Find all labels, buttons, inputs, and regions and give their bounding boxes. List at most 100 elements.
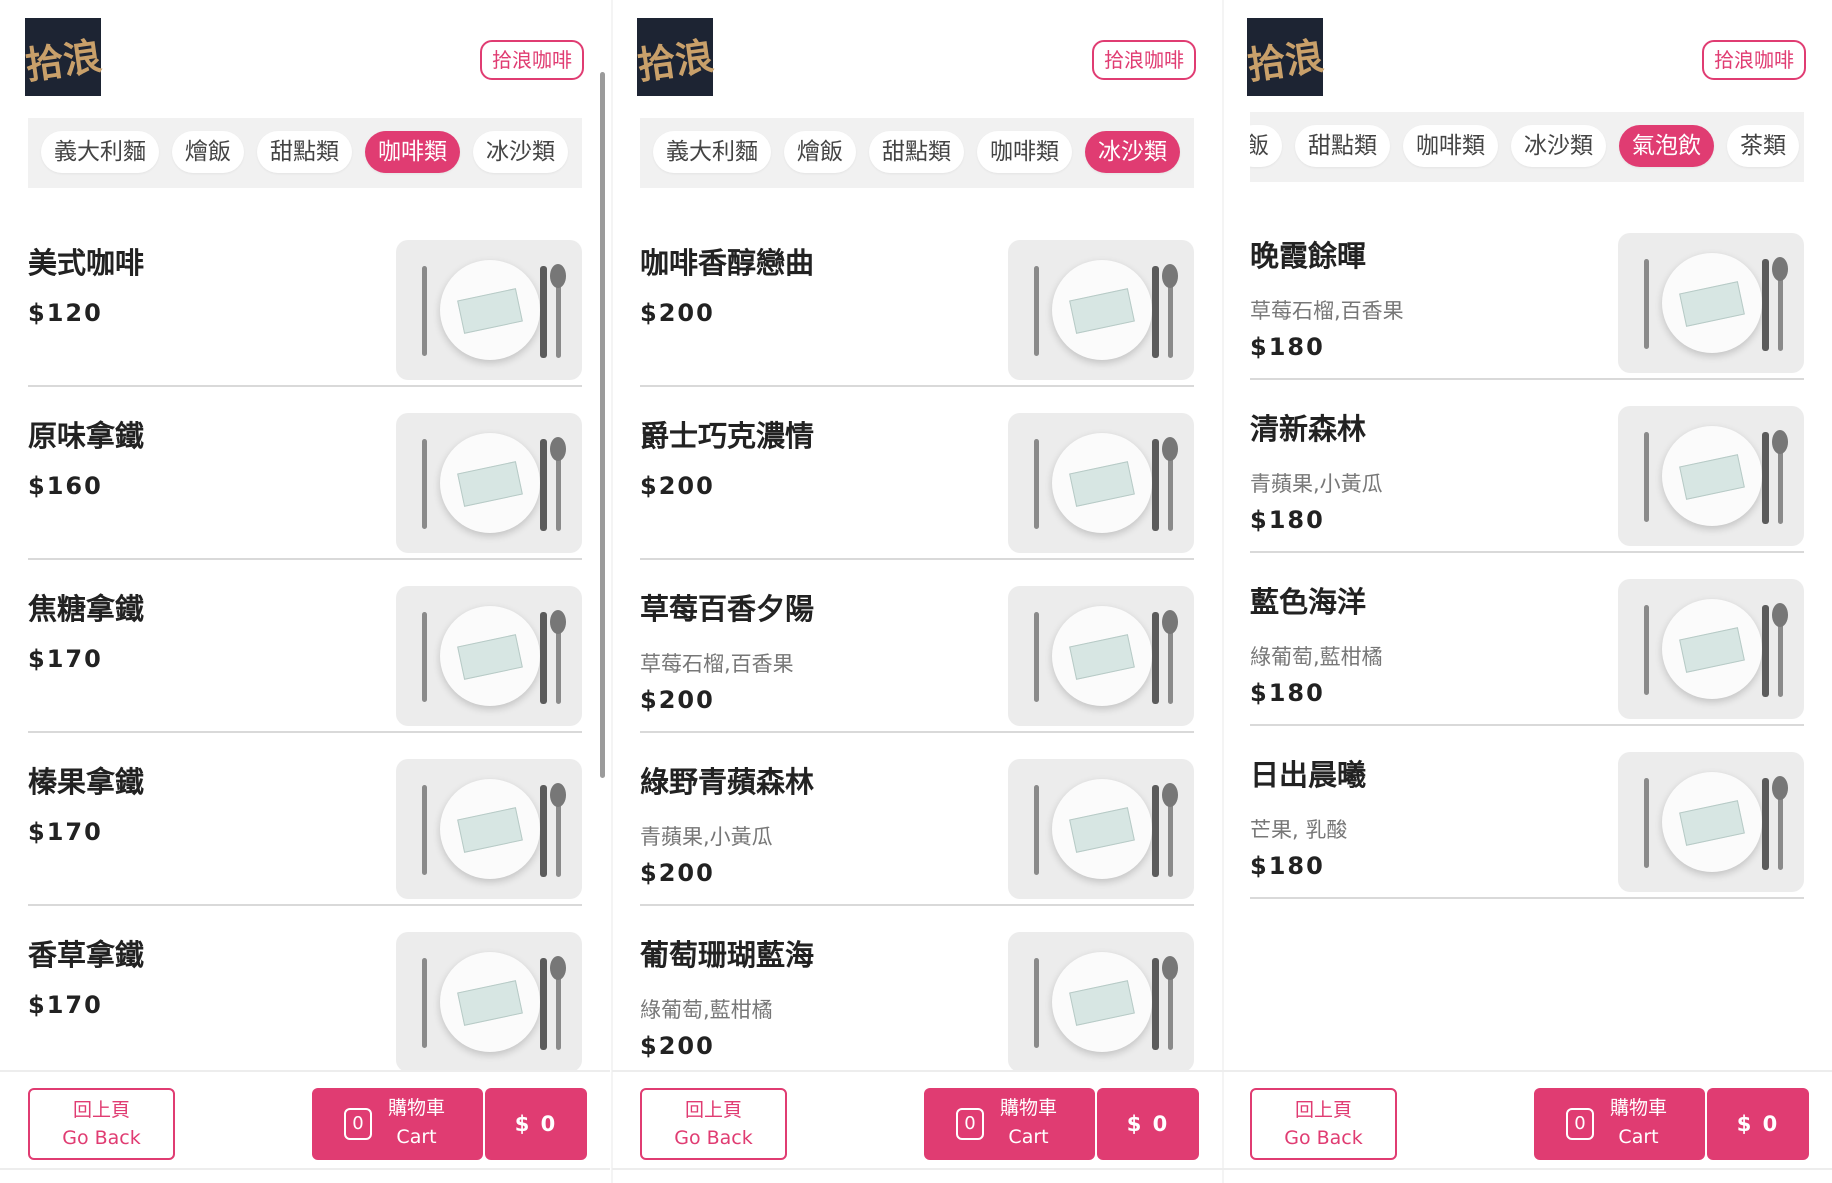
menu-item[interactable]: 原味拿鐵 $160 [28, 387, 582, 560]
knife-icon [1762, 432, 1769, 524]
category-coffee[interactable]: 咖啡類 [365, 131, 460, 173]
category-bar[interactable]: 飯 甜點類 咖啡類 冰沙類 氣泡飲 茶類 [1250, 112, 1804, 182]
category-bar[interactable]: 義大利麵 燴飯 甜點類 咖啡類 冰沙類 [640, 118, 1194, 188]
scrollbar[interactable] [600, 72, 605, 778]
item-name: 晚霞餘暉 [1250, 239, 1367, 273]
category-pasta[interactable]: 義大利麵 [41, 131, 159, 173]
item-name: 榛果拿鐵 [28, 765, 145, 799]
category-dessert[interactable]: 甜點類 [1295, 125, 1390, 167]
app-header: 拾浪 拾浪咖啡 [0, 0, 610, 116]
cart-button[interactable]: 0 購物車 Cart [1534, 1088, 1705, 1160]
fork-icon [1034, 958, 1039, 1048]
item-price: $180 [1250, 506, 1325, 534]
cart-label-zh: 購物車 [388, 1097, 446, 1119]
menu-item[interactable]: 爵士巧克濃情 $200 [640, 387, 1194, 560]
cart-button[interactable]: 0 購物車 Cart [924, 1088, 1095, 1160]
menu-item[interactable]: 綠野青蘋森林 青蘋果,小黃瓜 $200 [640, 733, 1194, 906]
item-price: $160 [28, 472, 103, 500]
plate-icon [1052, 952, 1152, 1052]
menu-item[interactable]: 榛果拿鐵 $170 [28, 733, 582, 906]
menu-item[interactable]: 晚霞餘暉 草莓石榴,百香果 $180 [1250, 207, 1804, 380]
item-name: 爵士巧克濃情 [640, 419, 815, 453]
category-coffee[interactable]: 咖啡類 [977, 131, 1072, 173]
category-smoothie[interactable]: 冰沙類 [473, 131, 568, 173]
category-dessert[interactable]: 甜點類 [257, 131, 352, 173]
screen-coffee: 拾浪 拾浪咖啡 義大利麵 燴飯 甜點類 咖啡類 冰沙類 美式咖啡 $120 原味… [0, 0, 610, 1183]
item-thumbnail [1618, 233, 1804, 373]
item-thumbnail [1008, 932, 1194, 1072]
menu-item[interactable]: 清新森林 青蘋果,小黃瓜 $180 [1250, 380, 1804, 553]
cart-total-button[interactable]: $ 0 [1097, 1088, 1199, 1160]
plate-icon [440, 606, 540, 706]
item-thumbnail [396, 759, 582, 899]
plate-icon [1052, 433, 1152, 533]
cart-button[interactable]: 0 購物車 Cart [312, 1088, 483, 1160]
spoon-icon [550, 956, 566, 1050]
cart-label-zh: 購物車 [1000, 1097, 1058, 1119]
spoon-icon [550, 610, 566, 704]
brand-badge[interactable]: 拾浪咖啡 [1092, 40, 1196, 80]
brand-logo[interactable]: 拾浪 [635, 18, 716, 96]
item-thumbnail [396, 240, 582, 380]
plate-icon [440, 779, 540, 879]
cart-total-button[interactable]: $ 0 [485, 1088, 587, 1160]
menu-item[interactable]: 焦糖拿鐵 $170 [28, 560, 582, 733]
spoon-icon [1772, 776, 1788, 870]
menu-list: 美式咖啡 $120 原味拿鐵 $160 焦糖拿鐵 $170 榛果拿鐵 $170 … [28, 214, 582, 1079]
plate-icon [1662, 599, 1762, 699]
go-back-button[interactable]: 回上頁 Go Back [640, 1088, 787, 1160]
item-name: 原味拿鐵 [28, 419, 145, 453]
cart-label: 購物車 Cart [1000, 1094, 1057, 1152]
plate-icon [440, 433, 540, 533]
category-smoothie[interactable]: 冰沙類 [1085, 131, 1180, 173]
item-price: $200 [640, 1032, 715, 1060]
menu-item[interactable]: 香草拿鐵 $170 [28, 906, 582, 1079]
brand-badge[interactable]: 拾浪咖啡 [1702, 40, 1806, 80]
item-price: $180 [1250, 852, 1325, 880]
menu-item[interactable]: 藍色海洋 綠葡萄,藍柑橘 $180 [1250, 553, 1804, 726]
menu-item[interactable]: 葡萄珊瑚藍海 綠葡萄,藍柑橘 $200 [640, 906, 1194, 1079]
item-description: 青蘋果,小黃瓜 [1250, 472, 1383, 496]
item-name: 藍色海洋 [1250, 585, 1367, 619]
spoon-icon [1162, 437, 1178, 531]
category-rice[interactable]: 燴飯 [784, 131, 856, 173]
menu-item[interactable]: 美式咖啡 $120 [28, 214, 582, 387]
screen-smoothie: 拾浪 拾浪咖啡 義大利麵 燴飯 甜點類 咖啡類 冰沙類 咖啡香醇戀曲 $200 … [612, 0, 1222, 1183]
item-thumbnail [1008, 586, 1194, 726]
plate-icon [1052, 606, 1152, 706]
item-description: 草莓石榴,百香果 [1250, 299, 1404, 323]
category-smoothie[interactable]: 冰沙類 [1511, 125, 1606, 167]
category-tea[interactable]: 茶類 [1727, 125, 1799, 167]
brand-badge[interactable]: 拾浪咖啡 [480, 40, 584, 80]
spoon-icon [1162, 610, 1178, 704]
spoon-icon [550, 783, 566, 877]
item-thumbnail [396, 932, 582, 1072]
menu-item[interactable]: 草莓百香夕陽 草莓石榴,百香果 $200 [640, 560, 1194, 733]
category-rice[interactable]: 燴飯 [172, 131, 244, 173]
item-price: $120 [28, 299, 103, 327]
spoon-icon [550, 437, 566, 531]
cart-label-en: Cart [1618, 1126, 1659, 1148]
fork-icon [1644, 778, 1649, 868]
brand-logo[interactable]: 拾浪 [1245, 18, 1326, 96]
brand-logo[interactable]: 拾浪 [23, 18, 104, 96]
bottom-bar: 回上頁 Go Back 0 購物車 Cart $ 0 [1222, 1070, 1832, 1170]
cart-count-badge: 0 [344, 1108, 372, 1140]
logo-glyph: 拾浪 [22, 32, 105, 88]
menu-item[interactable]: 日出晨曦 芒果, 乳酸 $180 [1250, 726, 1804, 899]
knife-icon [1152, 785, 1159, 877]
spoon-icon [1772, 257, 1788, 351]
menu-item[interactable]: 咖啡香醇戀曲 $200 [640, 214, 1194, 387]
category-pasta[interactable]: 義大利麵 [653, 131, 771, 173]
category-dessert[interactable]: 甜點類 [869, 131, 964, 173]
category-bar[interactable]: 義大利麵 燴飯 甜點類 咖啡類 冰沙類 [28, 118, 582, 188]
item-thumbnail [396, 413, 582, 553]
item-thumbnail [396, 586, 582, 726]
category-coffee[interactable]: 咖啡類 [1403, 125, 1498, 167]
cart-total-button[interactable]: $ 0 [1707, 1088, 1809, 1160]
cart-label-en: Cart [1008, 1126, 1049, 1148]
category-sparkling[interactable]: 氣泡飲 [1619, 125, 1714, 167]
go-back-button[interactable]: 回上頁 Go Back [28, 1088, 175, 1160]
category-rice[interactable]: 飯 [1250, 125, 1282, 167]
go-back-button[interactable]: 回上頁 Go Back [1250, 1088, 1397, 1160]
